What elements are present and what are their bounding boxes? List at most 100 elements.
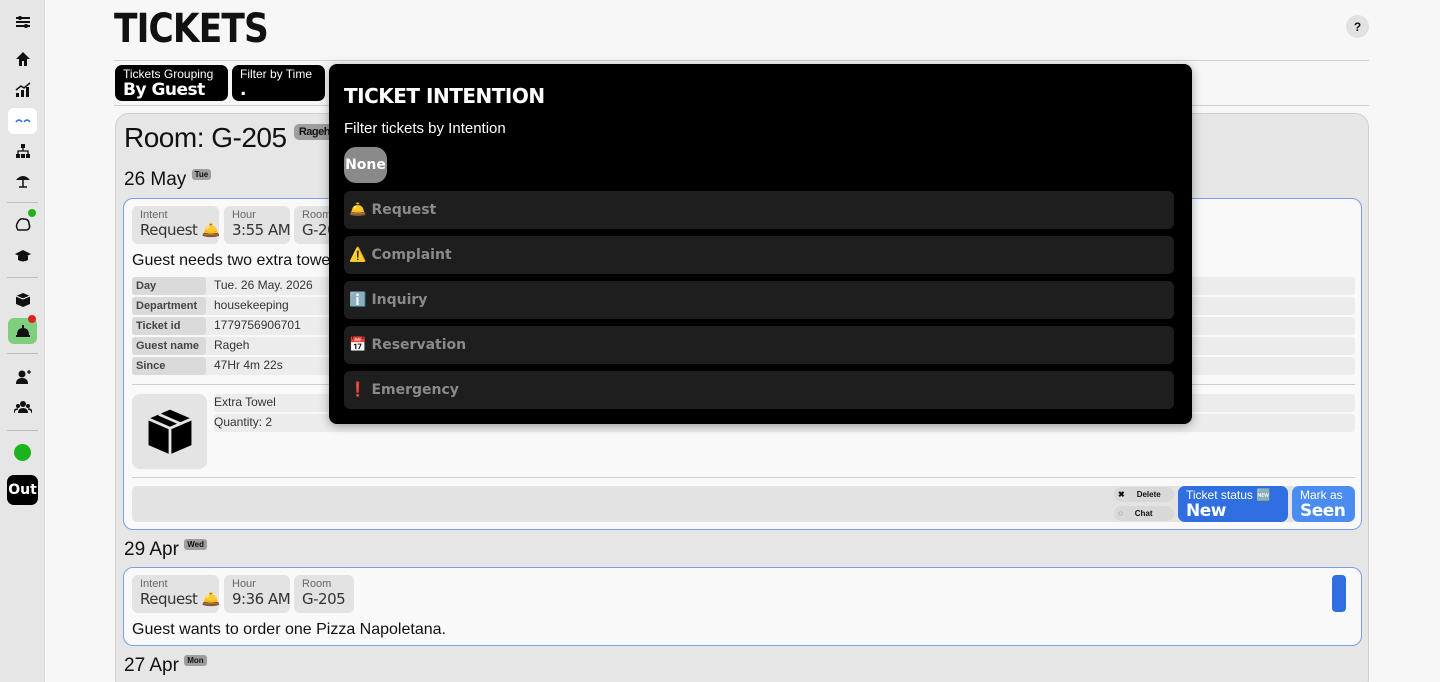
sidebar: Out	[0, 0, 45, 682]
status-value: New	[1186, 501, 1226, 521]
hour-chip: Hour 9:36 AM	[224, 575, 291, 613]
weekday-tag: Wed	[184, 539, 207, 550]
notification-dot	[28, 209, 36, 217]
ticket-status-button[interactable]: Ticket status 🆕 New	[1178, 486, 1288, 522]
detail-value: Rageh	[214, 338, 250, 352]
expand-handle[interactable]	[1332, 575, 1346, 612]
intent-value: Request 🛎️	[140, 590, 220, 608]
chat-icon: ◌	[1118, 509, 1123, 518]
filter-label: Filter by Time	[240, 67, 313, 81]
intention-option-complaint[interactable]: ⚠️ Complaint	[344, 236, 1174, 274]
detail-key: Guest name	[132, 337, 206, 355]
warning-icon: ⚠️	[349, 247, 367, 263]
box-icon[interactable]	[8, 287, 37, 313]
online-status-indicator	[14, 444, 31, 461]
time-filter[interactable]: Filter by Time .	[232, 65, 325, 101]
seen-label: Mark as	[1300, 488, 1343, 502]
close-icon: ✖	[1118, 490, 1125, 499]
detail-key: Ticket id	[132, 317, 206, 335]
option-label: Complaint	[371, 247, 452, 263]
intent-chip: Intent Request 🛎️	[132, 206, 220, 244]
intention-option-emergency[interactable]: ❗ Emergency	[344, 371, 1174, 409]
divider	[114, 60, 1369, 61]
group-icon[interactable]	[8, 394, 37, 420]
intent-label: Intent	[140, 578, 168, 590]
chart-icon[interactable]	[8, 77, 37, 103]
date-heading: 26 May Tue	[124, 169, 212, 191]
date-text: 27 Apr	[124, 655, 179, 676]
logo-icon[interactable]	[8, 108, 37, 134]
calendar-icon: 📅	[349, 337, 367, 353]
ticket-card[interactable]: Intent Request 🛎️ Hour 9:36 AM Room G-20…	[123, 567, 1362, 646]
intention-option-reservation[interactable]: 📅 Reservation	[344, 326, 1174, 364]
hour-label: Hour	[232, 209, 256, 221]
weekday-tag: Mon	[184, 655, 207, 666]
menu-icon[interactable]	[8, 9, 37, 35]
divider	[7, 353, 38, 354]
delete-button[interactable]: ✖ Delete	[1114, 487, 1174, 502]
divider	[7, 202, 38, 203]
intent-chip: Intent Request 🛎️	[132, 575, 220, 613]
hour-value: 9:36 AM	[232, 590, 291, 608]
divider	[7, 430, 38, 431]
room-chip: Room G-20	[294, 206, 337, 244]
status-label: Ticket status 🆕	[1186, 488, 1272, 502]
home-icon[interactable]	[8, 46, 37, 72]
detail-key: Day	[132, 277, 206, 295]
tickets-grouping-filter[interactable]: Tickets Grouping By Guest	[115, 65, 228, 101]
hour-value: 3:55 AM	[232, 221, 291, 239]
option-label: Inquiry	[371, 292, 428, 308]
modal-title: TICKET INTENTION	[344, 84, 545, 108]
seen-value: Seen	[1300, 501, 1346, 521]
intention-option-inquiry[interactable]: ℹ️ Inquiry	[344, 281, 1174, 319]
room-title: Room: G-205 Rageh	[124, 122, 335, 154]
delete-label: Delete	[1136, 490, 1161, 499]
chat-button[interactable]: ◌ Chat	[1114, 506, 1174, 521]
graduation-cap-icon[interactable]	[8, 243, 37, 269]
item-name: Extra Towel	[214, 395, 276, 409]
beach-umbrella-icon[interactable]	[8, 167, 37, 193]
notification-dot	[28, 315, 36, 323]
filter-label: Tickets Grouping	[123, 67, 214, 81]
brain-icon[interactable]	[8, 209, 37, 238]
filter-value: .	[240, 80, 246, 100]
room-label: Room	[302, 209, 332, 221]
info-icon: ℹ️	[349, 292, 367, 308]
date-text: 29 Apr	[124, 539, 179, 560]
date-heading: 29 Apr Wed	[124, 539, 207, 561]
room-value: G-205	[302, 590, 346, 608]
room-chip: Room G-205	[294, 575, 354, 613]
org-chart-icon[interactable]	[8, 138, 37, 164]
item-image	[132, 394, 207, 469]
detail-value: 1779756906701	[214, 318, 301, 332]
divider	[7, 277, 38, 278]
user-icon[interactable]	[8, 364, 37, 390]
bell-service-icon[interactable]	[8, 315, 37, 344]
option-label: Request	[371, 202, 437, 218]
detail-value: 47Hr 4m 22s	[214, 358, 283, 372]
room-title-text: Room: G-205	[124, 122, 287, 153]
intention-none-button[interactable]: None	[344, 147, 387, 183]
item-quantity: Quantity: 2	[214, 415, 273, 429]
room-label: Room	[302, 578, 332, 590]
ticket-intention-modal: TICKET INTENTION Filter tickets by Inten…	[329, 64, 1192, 424]
ticket-actions: ✖ Delete ◌ Chat Ticket status 🆕 New Mark…	[132, 486, 1355, 522]
page-title: TICKETS	[114, 6, 269, 52]
option-label: Emergency	[371, 382, 459, 398]
intention-option-request[interactable]: 🛎️ Request	[344, 191, 1174, 229]
exclamation-icon: ❗	[349, 382, 367, 398]
hour-label: Hour	[232, 578, 256, 590]
detail-value: housekeeping	[214, 298, 289, 312]
help-button[interactable]: ?	[1346, 15, 1369, 38]
intent-value: Request 🛎️	[140, 221, 220, 239]
room-value: G-20	[302, 221, 337, 239]
box-icon	[147, 409, 192, 454]
bell-icon: 🛎️	[349, 202, 367, 218]
mark-seen-button[interactable]: Mark as Seen	[1292, 486, 1355, 522]
logout-button[interactable]: Out	[7, 475, 38, 505]
detail-key: Since	[132, 357, 206, 375]
chat-label: Chat	[1134, 509, 1153, 518]
modal-subtitle: Filter tickets by Intention	[344, 120, 506, 137]
option-label: Reservation	[371, 337, 467, 353]
weekday-tag: Tue	[191, 169, 212, 180]
